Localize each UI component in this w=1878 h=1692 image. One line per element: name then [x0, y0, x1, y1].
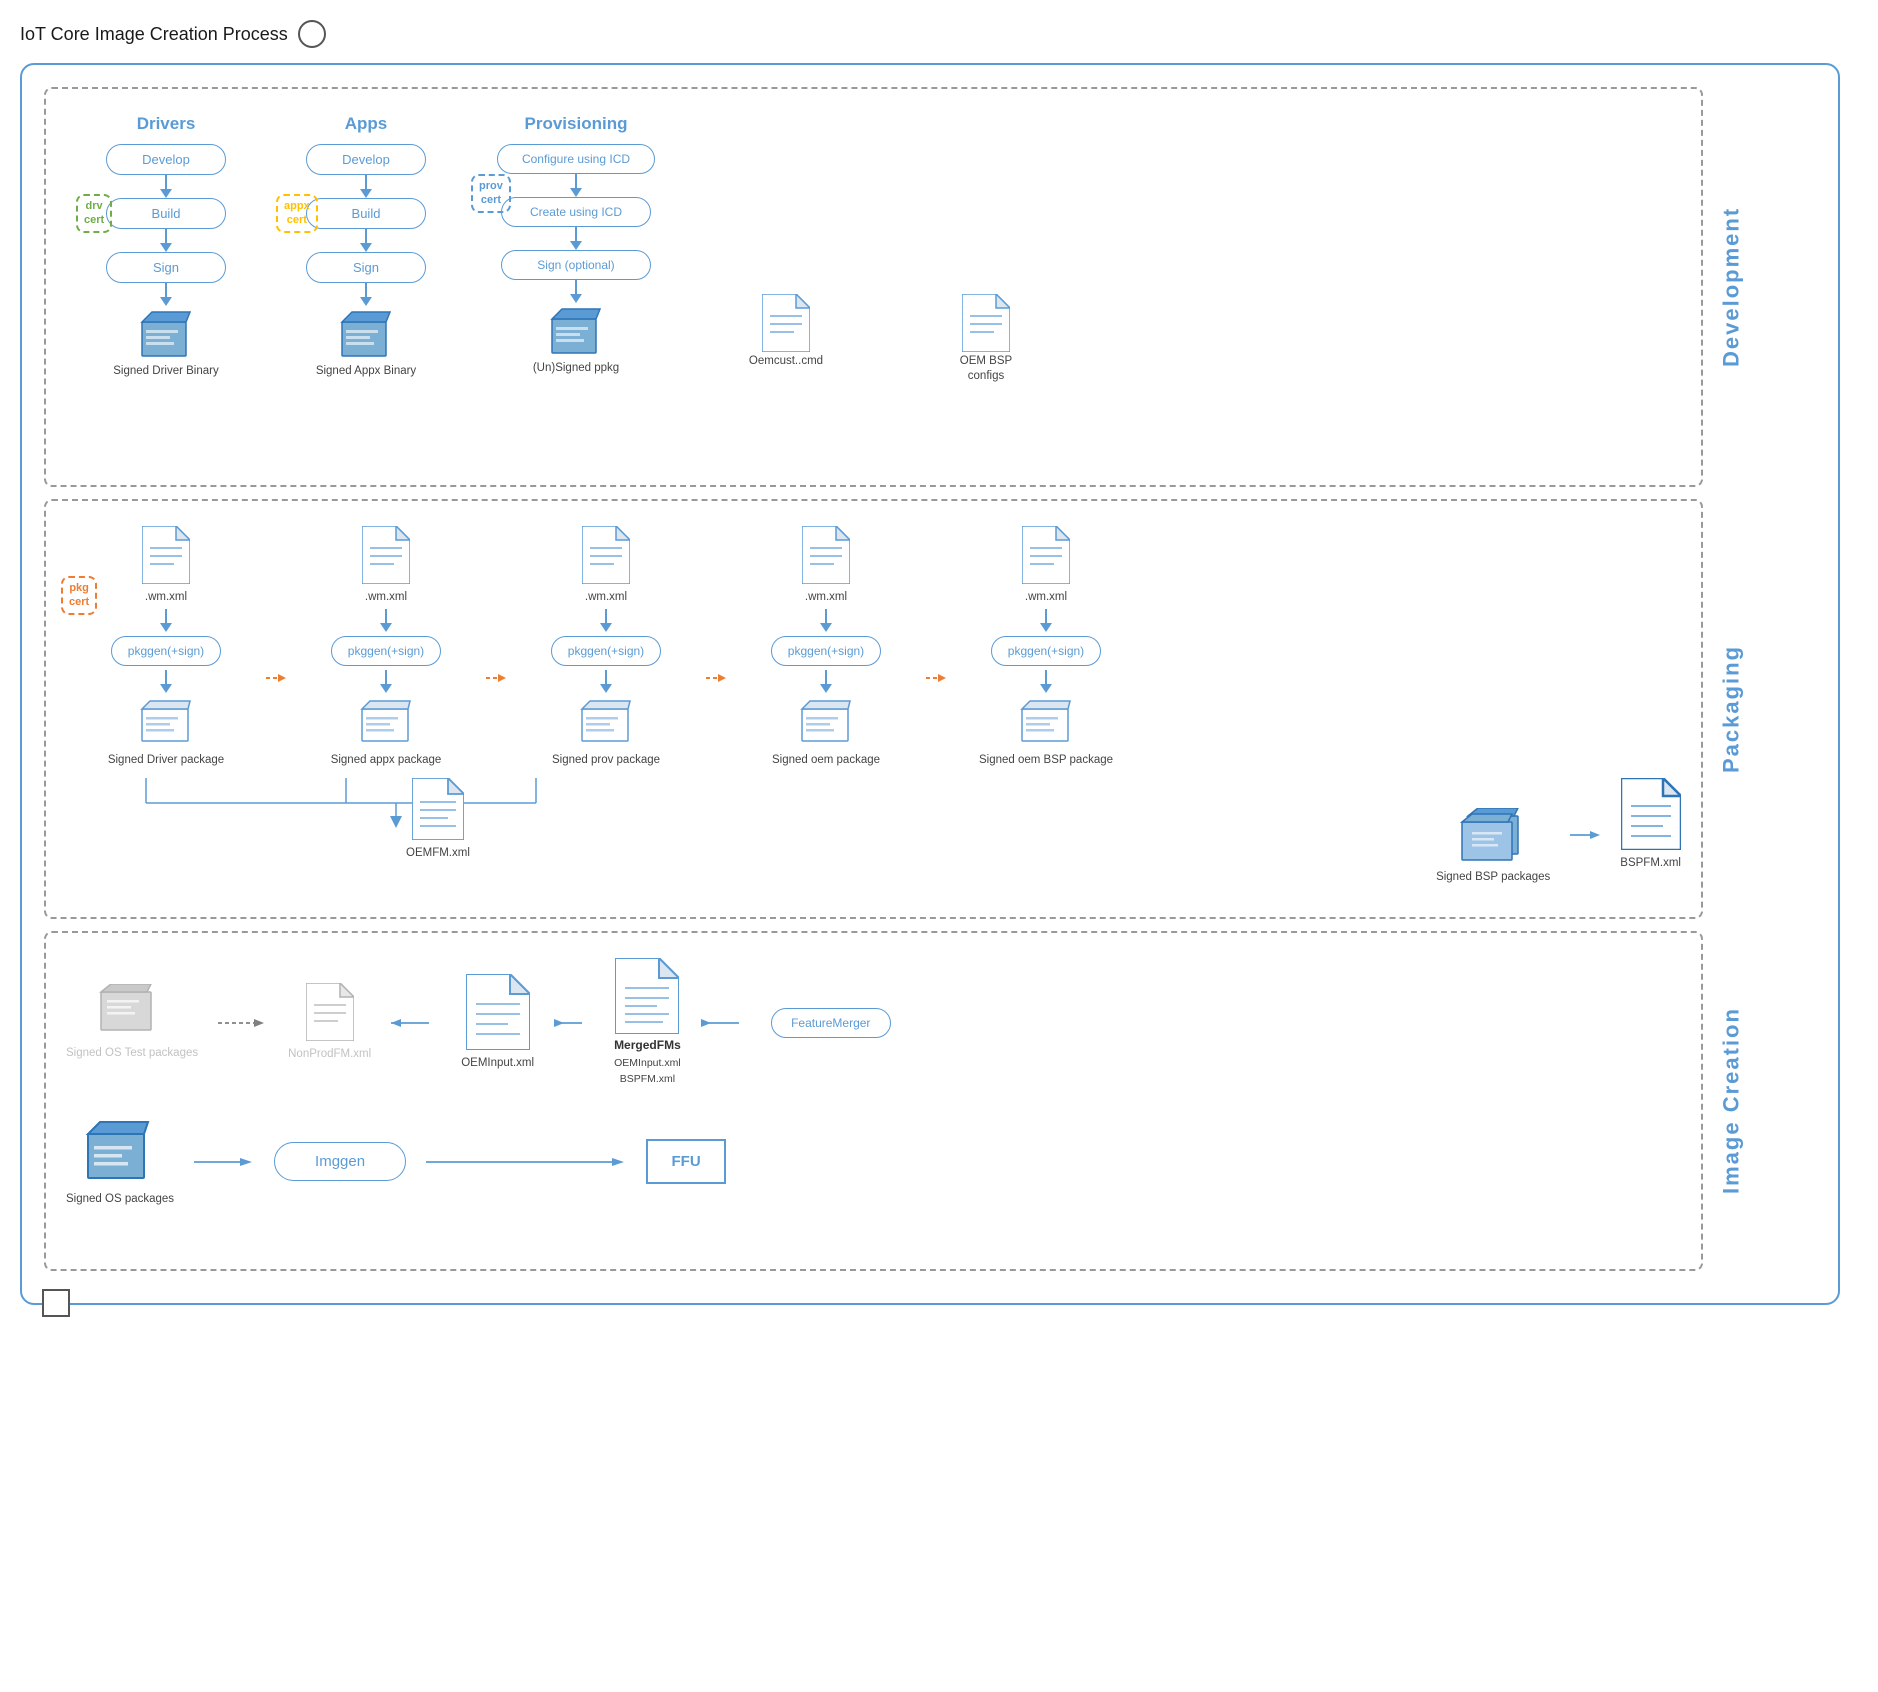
mergedfm-to-oeminput-arrow: [554, 1016, 594, 1030]
wm5-label: .wm.xml: [1025, 590, 1067, 605]
signed-os-pkgs-icon: [80, 1118, 160, 1186]
signed-driver-binary-icon: [134, 306, 198, 362]
oembsp-label: OEM BSPconfigs: [960, 354, 1012, 384]
oemcust-doc-icon: [762, 294, 810, 352]
title-circle: [298, 20, 326, 48]
packaging-section: Packaging pkgcert .w: [44, 499, 1703, 919]
drivers-develop: Develop: [106, 144, 226, 175]
oemcust-label: Oemcust..cmd: [749, 354, 823, 369]
oemfm-label: OEMFM.xml: [406, 846, 470, 861]
nonprodfm-label: NonProdFM.xml: [288, 1047, 371, 1062]
signed-os-test-label: Signed OS Test packages: [66, 1046, 198, 1061]
unsigned-ppkg-icon: [544, 303, 608, 359]
pkggen5: pkggen(+sign): [991, 636, 1101, 666]
prov-create: Create using ICD: [501, 197, 651, 227]
oembsp-doc-icon: [962, 294, 1010, 352]
signed-driver-binary-label: Signed Driver Binary: [113, 364, 218, 379]
development-label: Development: [1704, 89, 1759, 485]
wm1-label: .wm.xml: [145, 590, 187, 605]
pkg-wm2-icon: [362, 526, 410, 584]
image-creation-label: Image Creation: [1704, 933, 1759, 1269]
pkg-wm5-icon: [1022, 526, 1070, 584]
wm3-label: .wm.xml: [585, 590, 627, 605]
signed-appx-binary-icon: [334, 306, 398, 362]
pkg-arrow2: [486, 671, 506, 685]
signed-oem-pkg-label: Signed oem package: [772, 753, 880, 768]
signed-prov-pkg-icon: [576, 697, 636, 747]
oeminput-doc-icon: [466, 974, 530, 1050]
signed-os-test-icon: [97, 984, 167, 1040]
bsp-to-bspfm-arrow: [1570, 828, 1600, 842]
page-title: IoT Core Image Creation Process: [20, 20, 1858, 48]
apps-sign: Sign: [306, 252, 426, 283]
ffu-box: FFU: [646, 1139, 726, 1184]
imggen-to-ffu-arrow: [426, 1155, 626, 1169]
signed-oem-pkg-icon: [796, 697, 856, 747]
pkg-wm1-icon: [142, 526, 190, 584]
unsigned-ppkg-label: (Un)Signed ppkg: [533, 361, 619, 376]
os-to-imggen-arrow: [194, 1155, 254, 1169]
signed-prov-pkg-label: Signed prov package: [552, 753, 660, 768]
pkggen1: pkggen(+sign): [111, 636, 221, 666]
wm2-label: .wm.xml: [365, 590, 407, 605]
featuremerger-to-merged-arrow: [701, 1016, 751, 1030]
pkg-cert-badge: pkgcert: [61, 576, 97, 615]
signed-appx-binary-label: Signed Appx Binary: [316, 364, 416, 379]
packaging-label: Packaging: [1704, 501, 1759, 917]
development-section: Development drvcert Drivers Develop Buil…: [44, 87, 1703, 487]
pkg-arrow4: [926, 671, 946, 685]
signed-bsp-pkgs-label: Signed BSP packages: [1436, 870, 1550, 885]
image-creation-section: Image Creation Signed OS Test package: [44, 931, 1703, 1271]
nonprodfm-icon: [306, 983, 354, 1041]
pkg-arrow1: [266, 671, 286, 685]
wm4-label: .wm.xml: [805, 590, 847, 605]
signed-oembsp-pkg-label: Signed oem BSP package: [979, 753, 1113, 768]
mergedfms-title: MergedFMs: [614, 1038, 681, 1052]
signed-driver-pkg-icon: [136, 697, 196, 747]
nonprodfm-to-oeminput-arrow: [391, 1016, 441, 1030]
oeminput-label: OEMInput.xml: [461, 1056, 534, 1071]
prov-configure: Configure using ICD: [497, 144, 655, 174]
signed-appx-pkg-label: Signed appx package: [331, 753, 442, 768]
pkggen4: pkggen(+sign): [771, 636, 881, 666]
signed-driver-pkg-label: Signed Driver package: [108, 753, 224, 768]
drivers-title: Drivers: [137, 114, 196, 134]
mergedfms-doc-icon: [615, 958, 679, 1034]
apps-develop: Develop: [306, 144, 426, 175]
oemfm-doc-icon: [412, 778, 464, 840]
drivers-sign: Sign: [106, 252, 226, 283]
signed-bsp-pkgs-icon: [1458, 808, 1528, 864]
bspfm-label: BSPFM.xml: [1620, 856, 1681, 871]
apps-title: Apps: [345, 114, 388, 134]
pkg-wm3-icon: [582, 526, 630, 584]
main-diagram: Development drvcert Drivers Develop Buil…: [20, 63, 1840, 1305]
bottom-circle: [42, 1289, 70, 1317]
pkggen3: pkggen(+sign): [551, 636, 661, 666]
apps-build: Build: [306, 198, 426, 229]
imggen-box: Imggen: [274, 1142, 406, 1181]
appx-cert-badge: appxcert: [276, 194, 318, 233]
pkggen2: pkggen(+sign): [331, 636, 441, 666]
signed-oembsp-pkg-icon: [1016, 697, 1076, 747]
prov-cert-badge: provcert: [471, 174, 511, 213]
pkg-arrow3: [706, 671, 726, 685]
ostest-to-nonprodfm-arrow: [218, 1016, 268, 1030]
drv-cert-badge: drvcert: [76, 194, 112, 233]
feature-merger-box: FeatureMerger: [771, 1008, 891, 1038]
signed-appx-pkg-icon: [356, 697, 416, 747]
drivers-build: Build: [106, 198, 226, 229]
bspfm-doc-icon: [1621, 778, 1681, 850]
mergedfms-contents: OEMInput.xmlBSPFM.xml: [614, 1056, 681, 1088]
prov-sign: Sign (optional): [501, 250, 651, 280]
signed-os-pkgs-label: Signed OS packages: [66, 1192, 174, 1207]
provisioning-title: Provisioning: [525, 114, 628, 134]
pkg-wm4-icon: [802, 526, 850, 584]
